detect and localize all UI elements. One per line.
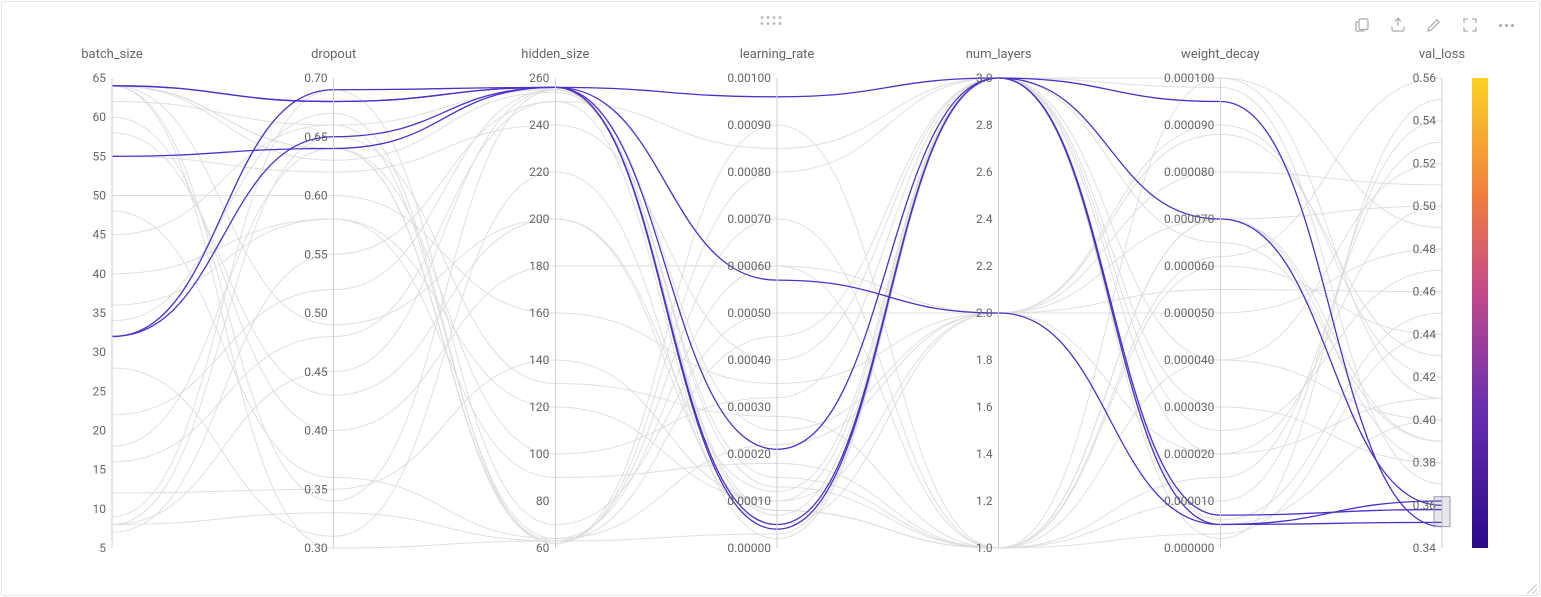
svg-text:0.000000: 0.000000 [1164,541,1215,555]
svg-text:2.2: 2.2 [976,259,993,273]
svg-text:35: 35 [93,306,107,320]
svg-text:0.00100: 0.00100 [727,71,771,85]
svg-text:55: 55 [93,149,107,163]
svg-text:0.30: 0.30 [304,541,328,555]
svg-text:0.70: 0.70 [304,71,328,85]
svg-text:0.46: 0.46 [1413,285,1437,299]
svg-text:10: 10 [93,502,107,516]
svg-text:25: 25 [93,384,107,398]
svg-text:0.000060: 0.000060 [1164,259,1215,273]
svg-text:0.000080: 0.000080 [1164,165,1215,179]
svg-text:0.00030: 0.00030 [727,400,771,414]
svg-text:0.45: 0.45 [304,365,328,379]
svg-text:0.34: 0.34 [1413,541,1437,555]
svg-text:1.0: 1.0 [976,541,993,555]
svg-text:0.000040: 0.000040 [1164,353,1215,367]
svg-text:100: 100 [529,447,549,461]
svg-text:batch_size: batch_size [81,47,143,62]
svg-text:0.36: 0.36 [1413,498,1437,512]
svg-text:1.4: 1.4 [976,447,993,461]
svg-text:2.0: 2.0 [976,306,993,320]
svg-text:65: 65 [93,71,107,85]
svg-text:0.00050: 0.00050 [727,306,771,320]
brush-selection[interactable] [1434,497,1450,527]
svg-text:0.38: 0.38 [1413,456,1437,470]
svg-text:0.44: 0.44 [1413,327,1437,341]
svg-text:0.42: 0.42 [1413,370,1437,384]
chart-panel: batch_size 5 10 15 20 25 30 35 40 45 50 55 60 65 dropo… [1,1,1540,596]
svg-text:0.48: 0.48 [1413,242,1437,256]
svg-text:val_loss: val_loss [1419,47,1466,62]
svg-text:240: 240 [529,118,549,132]
svg-text:20: 20 [93,424,107,438]
svg-text:1.2: 1.2 [976,494,993,508]
svg-text:60: 60 [536,541,550,555]
svg-text:0.000050: 0.000050 [1164,306,1215,320]
svg-text:45: 45 [93,228,107,242]
svg-text:hidden_size: hidden_size [521,47,589,62]
parallel-coordinates-chart[interactable]: batch_size 5 10 15 20 25 30 35 40 45 50 55 60 65 dropo… [2,2,1541,597]
svg-text:160: 160 [529,306,549,320]
svg-text:0.65: 0.65 [304,130,328,144]
svg-text:0.00090: 0.00090 [727,118,771,132]
svg-text:80: 80 [536,494,550,508]
svg-text:0.00020: 0.00020 [727,447,771,461]
svg-text:0.000030: 0.000030 [1164,400,1215,414]
svg-text:0.000020: 0.000020 [1164,447,1215,461]
svg-text:0.000090: 0.000090 [1164,118,1215,132]
axis-hidden_size[interactable]: hidden_size 60 80 100 120 140 160 180 200 220 240 2… [521,47,589,555]
svg-text:0.35: 0.35 [304,482,328,496]
svg-text:learning_rate: learning_rate [740,47,815,62]
svg-text:1.6: 1.6 [976,400,993,414]
svg-text:0.00070: 0.00070 [727,212,771,226]
color-scale-bar [1472,78,1488,548]
svg-text:weight_decay: weight_decay [1181,47,1260,62]
svg-text:2.6: 2.6 [976,165,993,179]
svg-text:0.50: 0.50 [1413,199,1437,213]
svg-text:0.50: 0.50 [304,306,328,320]
axis-batch_size[interactable]: batch_size 5 10 15 20 25 30 35 40 45 50 55 60 65 [81,47,143,555]
svg-text:260: 260 [529,71,549,85]
svg-text:3.0: 3.0 [976,71,993,85]
svg-text:0.00000: 0.00000 [727,541,771,555]
svg-text:140: 140 [529,353,549,367]
svg-text:0.00040: 0.00040 [727,353,771,367]
resize-handle[interactable] [1525,581,1539,595]
svg-text:2.8: 2.8 [976,118,993,132]
svg-text:0.56: 0.56 [1413,71,1437,85]
svg-text:0.60: 0.60 [304,189,328,203]
svg-text:120: 120 [529,400,549,414]
svg-text:15: 15 [93,463,107,477]
svg-text:0.40: 0.40 [304,424,328,438]
svg-text:1.8: 1.8 [976,353,993,367]
svg-text:0.000010: 0.000010 [1164,494,1215,508]
svg-text:0.000100: 0.000100 [1164,71,1215,85]
svg-text:num_layers: num_layers [966,47,1032,62]
svg-text:0.40: 0.40 [1413,413,1437,427]
svg-text:0.55: 0.55 [304,247,328,261]
axis-dropout[interactable]: dropout 0.30 0.35 0.40 0.45 0.50 0.55 0.60 0.65 0… [304,47,356,555]
svg-text:0.00010: 0.00010 [727,494,771,508]
svg-text:2.4: 2.4 [976,212,993,226]
svg-text:200: 200 [529,212,549,226]
svg-text:0.00080: 0.00080 [727,165,771,179]
axis-weight_decay[interactable]: weight_decay 0.000000 0.000010 0.000020 0.00… [1164,47,1260,555]
svg-text:180: 180 [529,259,549,273]
svg-text:40: 40 [93,267,107,281]
svg-text:0.52: 0.52 [1413,156,1437,170]
svg-text:0.000070: 0.000070 [1164,212,1215,226]
svg-text:60: 60 [93,110,107,124]
svg-text:30: 30 [93,345,107,359]
axis-num_layers[interactable]: num_layers 1.0 1.2 1.4 1.6 1.8 2.0 2.2 2.4 2.6 2.8… [966,47,1032,555]
svg-text:5: 5 [99,541,106,555]
svg-text:220: 220 [529,165,549,179]
svg-text:50: 50 [93,189,107,203]
svg-text:0.54: 0.54 [1413,114,1437,128]
svg-text:dropout: dropout [311,47,356,62]
svg-text:0.00060: 0.00060 [727,259,771,273]
